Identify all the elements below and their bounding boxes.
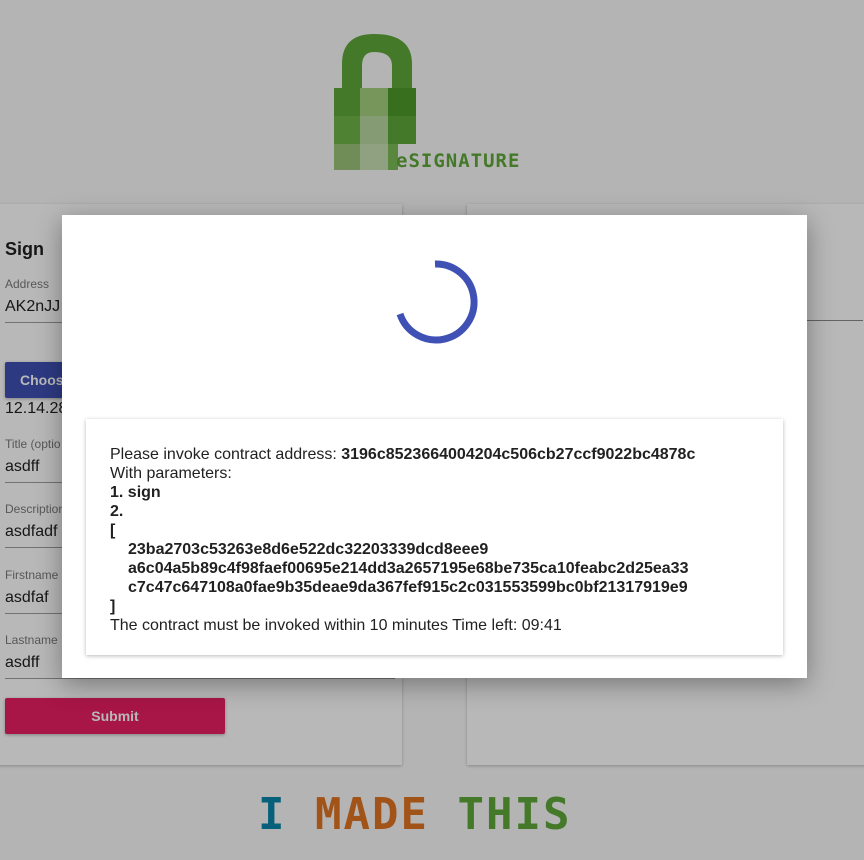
- contract-info-body: Please invoke contract address: 3196c852…: [110, 445, 695, 635]
- loading-spinner-icon: [396, 260, 478, 344]
- contract-info-card: Please invoke contract address: 3196c852…: [86, 419, 783, 655]
- hash-item: a6c04a5b89c4f98faef00695e214dd3a2657195e…: [128, 560, 689, 577]
- page: eSIGNATURE Sign Address AK2nJJ Choos 12.…: [0, 0, 864, 860]
- hash-item: c7c47c647108a0fae9b35deae9da367fef915c2c…: [128, 579, 688, 596]
- invoke-instruction: Please invoke contract address: 3196c852…: [110, 445, 695, 464]
- hash-item: 23ba2703c53263e8d6e522dc32203339dcd8eee9: [128, 541, 489, 558]
- params-label: With parameters:: [110, 465, 232, 482]
- hash-list-open-bracket: [: [110, 522, 116, 539]
- param-2: 2.: [110, 503, 124, 520]
- invoke-prefix: Please invoke contract address:: [110, 446, 342, 463]
- param-1: 1. sign: [110, 484, 161, 501]
- contract-address: 3196c8523664004204c506cb27ccf9022bc4878c: [341, 446, 696, 463]
- hash-list-close-bracket: ]: [110, 598, 116, 615]
- deadline-countdown: The contract must be invoked within 10 m…: [110, 617, 562, 634]
- invoke-contract-dialog: Please invoke contract address: 3196c852…: [62, 215, 807, 678]
